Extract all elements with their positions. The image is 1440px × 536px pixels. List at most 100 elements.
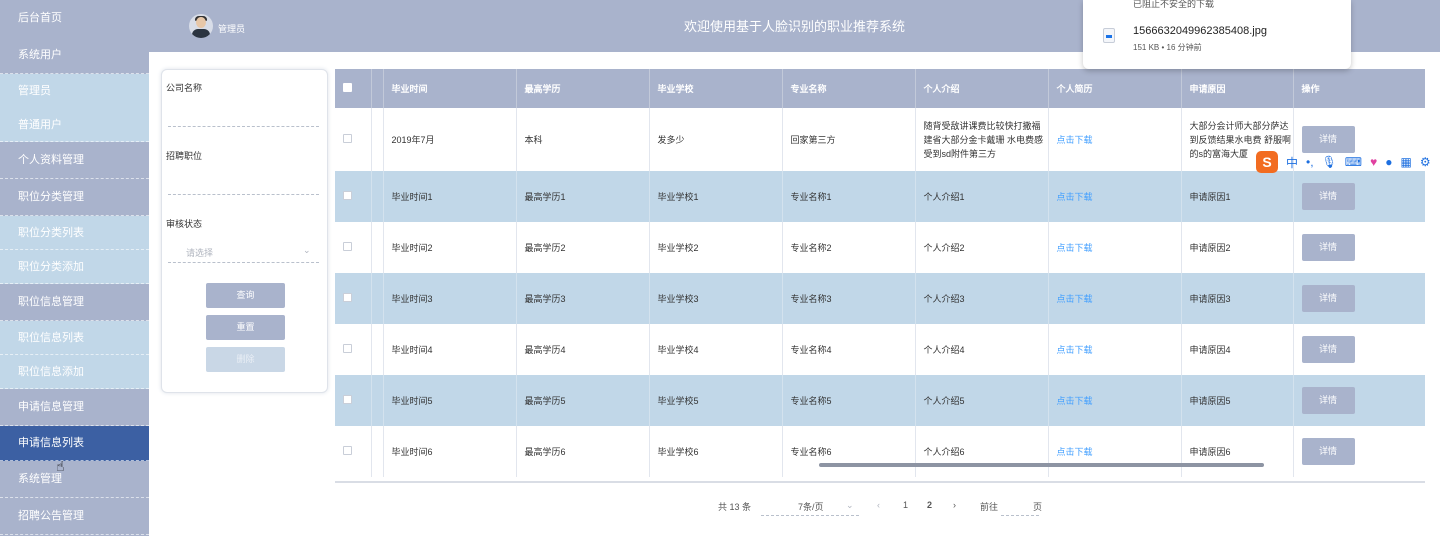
cell-text: 专业名称3	[790, 294, 832, 304]
row-select-cell[interactable]	[335, 273, 372, 324]
resume-download-link[interactable]: 点击下载	[1057, 396, 1093, 406]
column-header[interactable]: 毕业时间	[383, 69, 517, 108]
sidebar-item[interactable]: 职位信息管理	[0, 284, 149, 321]
table-row: 毕业时间6 最高学历6 毕业学校6 专业名称6 个人介绍6 点击下载 申请原因6 详情	[335, 426, 1425, 477]
sidebar-item[interactable]: 个人资料管理	[0, 142, 149, 179]
row-checkbox[interactable]	[343, 446, 352, 455]
status-select[interactable]: 请选择	[186, 246, 213, 259]
sidebar-item[interactable]: 职位信息列表	[0, 321, 149, 355]
column-header[interactable]: 专业名称	[782, 69, 916, 108]
sidebar-item[interactable]: 职位分类添加	[0, 250, 149, 284]
sidebar-item[interactable]: 普通用户	[0, 108, 149, 142]
column-header[interactable]: 申请原因	[1181, 69, 1294, 108]
table-cell-school: 毕业学校6	[649, 426, 783, 477]
sidebar-item[interactable]: 后台首页	[0, 0, 149, 37]
sidebar-item[interactable]: 申请信息列表	[0, 426, 149, 461]
query-button[interactable]: 查询	[206, 283, 285, 308]
row-checkbox[interactable]	[343, 134, 352, 143]
row-spacer	[371, 273, 384, 324]
detail-button[interactable]: 详情	[1301, 438, 1355, 465]
sidebar-item[interactable]: 招聘公告管理	[0, 498, 149, 535]
resume-download-link[interactable]: 点击下载	[1057, 192, 1093, 202]
table-cell-action: 详情	[1293, 222, 1425, 273]
select-all-checkbox[interactable]	[343, 83, 352, 92]
reset-button[interactable]: 重置	[206, 315, 285, 340]
chevron-down-icon[interactable]: ⌄	[303, 245, 311, 256]
cell-text: 最高学历2	[524, 243, 566, 253]
settings-icon[interactable]: ⚙	[1420, 155, 1431, 169]
table-horizontal-scrollbar[interactable]	[819, 463, 1264, 467]
download-filename[interactable]: 1566632049962385408.jpg	[1133, 25, 1267, 37]
robot-icon[interactable]: ●	[1385, 155, 1392, 169]
skin-icon[interactable]: ♥	[1370, 155, 1377, 169]
sidebar-item[interactable]: 管理员	[0, 74, 149, 108]
resume-download-link[interactable]: 点击下载	[1057, 135, 1093, 145]
table-cell-resume[interactable]: 点击下载	[1048, 108, 1182, 171]
resume-download-link[interactable]: 点击下载	[1057, 447, 1093, 457]
apps-icon[interactable]: ▦	[1401, 155, 1412, 169]
position-input[interactable]	[168, 194, 319, 195]
column-header[interactable]: 个人介绍	[915, 69, 1049, 108]
cell-text: 最高学历5	[524, 396, 566, 406]
column-header[interactable]: 最高学历	[516, 69, 650, 108]
prev-page-button[interactable]: ‹	[877, 500, 880, 510]
row-select-cell[interactable]	[335, 222, 372, 273]
detail-button[interactable]: 详情	[1301, 336, 1355, 363]
blocked-download-text[interactable]: 已阻止不安全的下载	[1133, 0, 1214, 10]
row-select-cell[interactable]	[335, 426, 372, 477]
detail-button[interactable]: 详情	[1301, 285, 1355, 312]
row-checkbox[interactable]	[343, 293, 352, 302]
row-checkbox[interactable]	[343, 344, 352, 353]
row-select-cell[interactable]	[335, 108, 372, 171]
select-all-cell[interactable]	[335, 69, 372, 108]
sidebar-item[interactable]: 职位分类列表	[0, 216, 149, 250]
next-page-button[interactable]: ›	[953, 500, 956, 510]
sidebar-item[interactable]: 系统用户	[0, 37, 149, 74]
row-checkbox[interactable]	[343, 191, 352, 200]
resume-download-link[interactable]: 点击下载	[1057, 243, 1093, 253]
cell-text: 毕业时间3	[391, 294, 433, 304]
detail-button[interactable]: 详情	[1301, 183, 1355, 210]
table-cell-major: 专业名称6	[782, 426, 916, 477]
sidebar-item[interactable]: 职位信息添加	[0, 355, 149, 389]
row-select-cell[interactable]	[335, 375, 372, 426]
row-select-cell[interactable]	[335, 171, 372, 222]
detail-button[interactable]: 详情	[1301, 126, 1355, 153]
column-header[interactable]: 个人简历	[1048, 69, 1182, 108]
row-checkbox[interactable]	[343, 395, 352, 404]
ime-language-toggle[interactable]: 中	[1286, 154, 1298, 171]
resume-download-link[interactable]: 点击下载	[1057, 345, 1093, 355]
page-size-select[interactable]: 7条/页	[798, 500, 824, 513]
row-spacer	[371, 108, 384, 171]
column-header[interactable]: 毕业学校	[649, 69, 783, 108]
detail-button[interactable]: 详情	[1301, 234, 1355, 261]
table-cell-resume[interactable]: 点击下载	[1048, 426, 1182, 477]
keyboard-icon[interactable]: ⌨	[1345, 155, 1362, 169]
ime-punctuation-toggle[interactable]: •,	[1306, 155, 1314, 169]
chevron-down-icon[interactable]: ⌄	[846, 500, 854, 511]
cell-text: 毕业学校6	[657, 447, 699, 457]
resume-download-link[interactable]: 点击下载	[1057, 294, 1093, 304]
delete-button[interactable]: 删除	[206, 347, 285, 372]
table-cell-resume[interactable]: 点击下载	[1048, 171, 1182, 222]
table-cell-time: 2019年7月	[383, 108, 517, 171]
table-cell-resume[interactable]: 点击下载	[1048, 222, 1182, 273]
goto-page-input[interactable]	[1001, 515, 1039, 516]
sogou-logo-icon[interactable]: S	[1256, 151, 1278, 173]
cell-text: 2019年7月	[391, 135, 435, 145]
sidebar-item[interactable]: 系统管理	[0, 461, 149, 498]
cell-text: 专业名称2	[790, 243, 832, 253]
page-number[interactable]: 2	[927, 500, 932, 510]
table-cell-resume[interactable]: 点击下载	[1048, 324, 1182, 375]
table-cell-resume[interactable]: 点击下载	[1048, 375, 1182, 426]
row-select-cell[interactable]	[335, 324, 372, 375]
sidebar-item[interactable]: 申请信息管理	[0, 389, 149, 426]
detail-button[interactable]: 详情	[1301, 387, 1355, 414]
sidebar-item[interactable]: 职位分类管理	[0, 179, 149, 216]
microphone-icon[interactable]: 🎙	[1322, 155, 1337, 169]
company-name-input[interactable]	[168, 126, 319, 127]
table-cell-resume[interactable]: 点击下载	[1048, 273, 1182, 324]
row-checkbox[interactable]	[343, 242, 352, 251]
page-number-current[interactable]: 1	[903, 500, 908, 510]
table-cell-intro: 个人介绍1	[915, 171, 1049, 222]
